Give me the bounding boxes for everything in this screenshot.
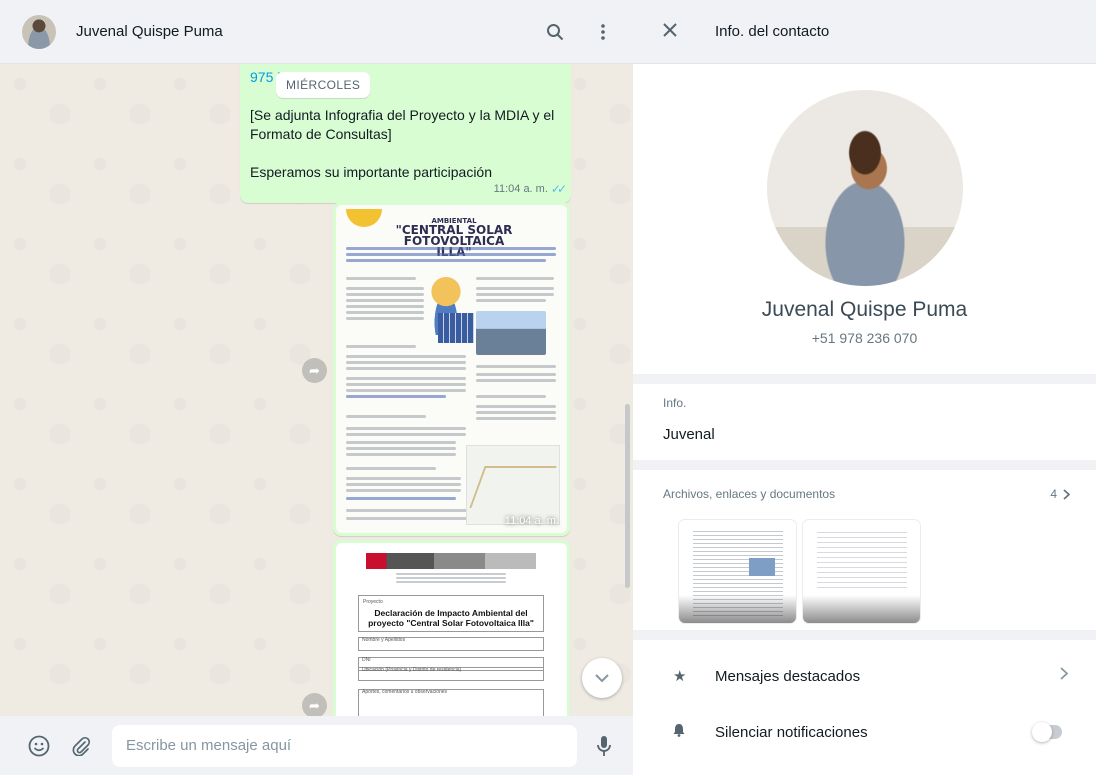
message-composer <box>0 716 633 775</box>
chat-panel: Juvenal Quispe Puma 975 767 849 [Se adju… <box>0 0 633 775</box>
mute-notifications-row[interactable]: Silenciar notificaciones <box>633 701 1096 763</box>
message-meta: 11:04 a. m. ✓✓ <box>493 180 567 199</box>
about-value: Juvenal <box>663 426 715 443</box>
attach-icon[interactable] <box>68 733 94 759</box>
read-ticks-icon: ✓✓ <box>550 182 567 196</box>
profile-name: Juvenal Quispe Puma <box>761 298 968 321</box>
chat-header[interactable]: Juvenal Quispe Puma <box>0 0 633 64</box>
whatsapp-web-app: Juvenal Quispe Puma 975 767 849 [Se adju… <box>0 0 1096 775</box>
starred-messages-row[interactable]: ★ Mensajes destacados <box>633 645 1096 707</box>
more-vertical-icon[interactable] <box>591 20 615 44</box>
message-input[interactable] <box>112 724 577 767</box>
media-section: Archivos, enlaces y documentos 4 <box>633 470 1096 630</box>
form-title-box: Proyecto Declaración de Impacto Ambienta… <box>358 595 544 632</box>
infographic-title: AMBIENTAL "CENTRAL SOLAR FOTOVOLTAICA IL… <box>395 217 513 259</box>
about-section: Info. Juvenal <box>633 384 1096 460</box>
contact-avatar[interactable] <box>22 14 56 49</box>
forward-icon[interactable]: ➦ <box>302 358 327 383</box>
form-field: Nombre y Apellidos <box>358 637 544 651</box>
message-text: [Se adjunta Infografia del Proyecto y la… <box>250 107 555 142</box>
message-list[interactable]: 975 767 849 [Se adjunta Infografia del P… <box>0 64 633 716</box>
chevron-right-icon <box>1060 667 1069 685</box>
chat-contact-name[interactable]: Juvenal Quispe Puma <box>76 23 519 40</box>
form-field: Ubicación (Provincia y Distrito de resid… <box>358 667 544 681</box>
bell-icon <box>673 723 693 741</box>
profile-section: Juvenal Quispe Puma +51 978 236 070 <box>633 64 1096 374</box>
profile-photo[interactable] <box>767 90 963 286</box>
media-count[interactable]: 4 <box>1050 487 1070 501</box>
image-message[interactable]: Proyecto Declaración de Impacto Ambienta… <box>333 540 570 716</box>
message-time: 11:04 a. m. <box>504 515 559 527</box>
chevron-down-icon[interactable] <box>582 658 622 698</box>
info-header: Info. del contacto <box>633 0 1096 64</box>
about-label: Info. <box>663 396 687 410</box>
ministry-header-band <box>366 553 536 569</box>
infographic-image[interactable]: AMBIENTAL "CENTRAL SOLAR FOTOVOLTAICA IL… <box>336 205 567 533</box>
close-icon[interactable] <box>663 20 687 43</box>
mute-notifications-label: Silenciar notificaciones <box>715 723 868 741</box>
profile-phone: +51 978 236 070 <box>811 330 918 346</box>
starred-messages-label: Mensajes destacados <box>715 667 861 685</box>
forward-icon[interactable]: ➦ <box>302 693 327 716</box>
date-separator: MIÉRCOLES <box>276 72 371 98</box>
media-thumbnail[interactable] <box>679 520 796 623</box>
chevron-right-icon <box>1063 488 1070 500</box>
info-title: Info. del contacto <box>715 23 830 40</box>
emoji-icon[interactable] <box>26 733 52 759</box>
mic-icon[interactable] <box>591 733 617 759</box>
form-image[interactable]: Proyecto Declaración de Impacto Ambienta… <box>336 543 567 716</box>
sun-graphic <box>346 209 382 227</box>
star-icon: ★ <box>673 668 687 685</box>
mute-toggle[interactable] <box>1032 722 1062 742</box>
solar-plant-photo <box>476 311 546 355</box>
image-message[interactable]: AMBIENTAL "CENTRAL SOLAR FOTOVOLTAICA IL… <box>333 202 570 536</box>
image-meta: 11:04 a. m. <box>505 515 559 527</box>
form-field: Aportes, comentarios u observaciones <box>358 689 544 716</box>
media-thumbnail[interactable] <box>803 520 920 623</box>
location-map <box>466 445 560 525</box>
contact-info-panel: Info. del contacto Juvenal Quispe Puma +… <box>633 0 1096 775</box>
scrollbar-thumb[interactable] <box>625 404 630 588</box>
media-header[interactable]: Archivos, enlaces y documentos 4 <box>663 487 1070 501</box>
message-time: 11:04 a. m. <box>493 183 548 195</box>
options-section: ★ Mensajes destacados Silenciar notifica… <box>633 640 1096 775</box>
media-label: Archivos, enlaces y documentos <box>663 487 836 501</box>
search-icon[interactable] <box>543 20 567 44</box>
solar-panel-illustration <box>438 313 474 343</box>
